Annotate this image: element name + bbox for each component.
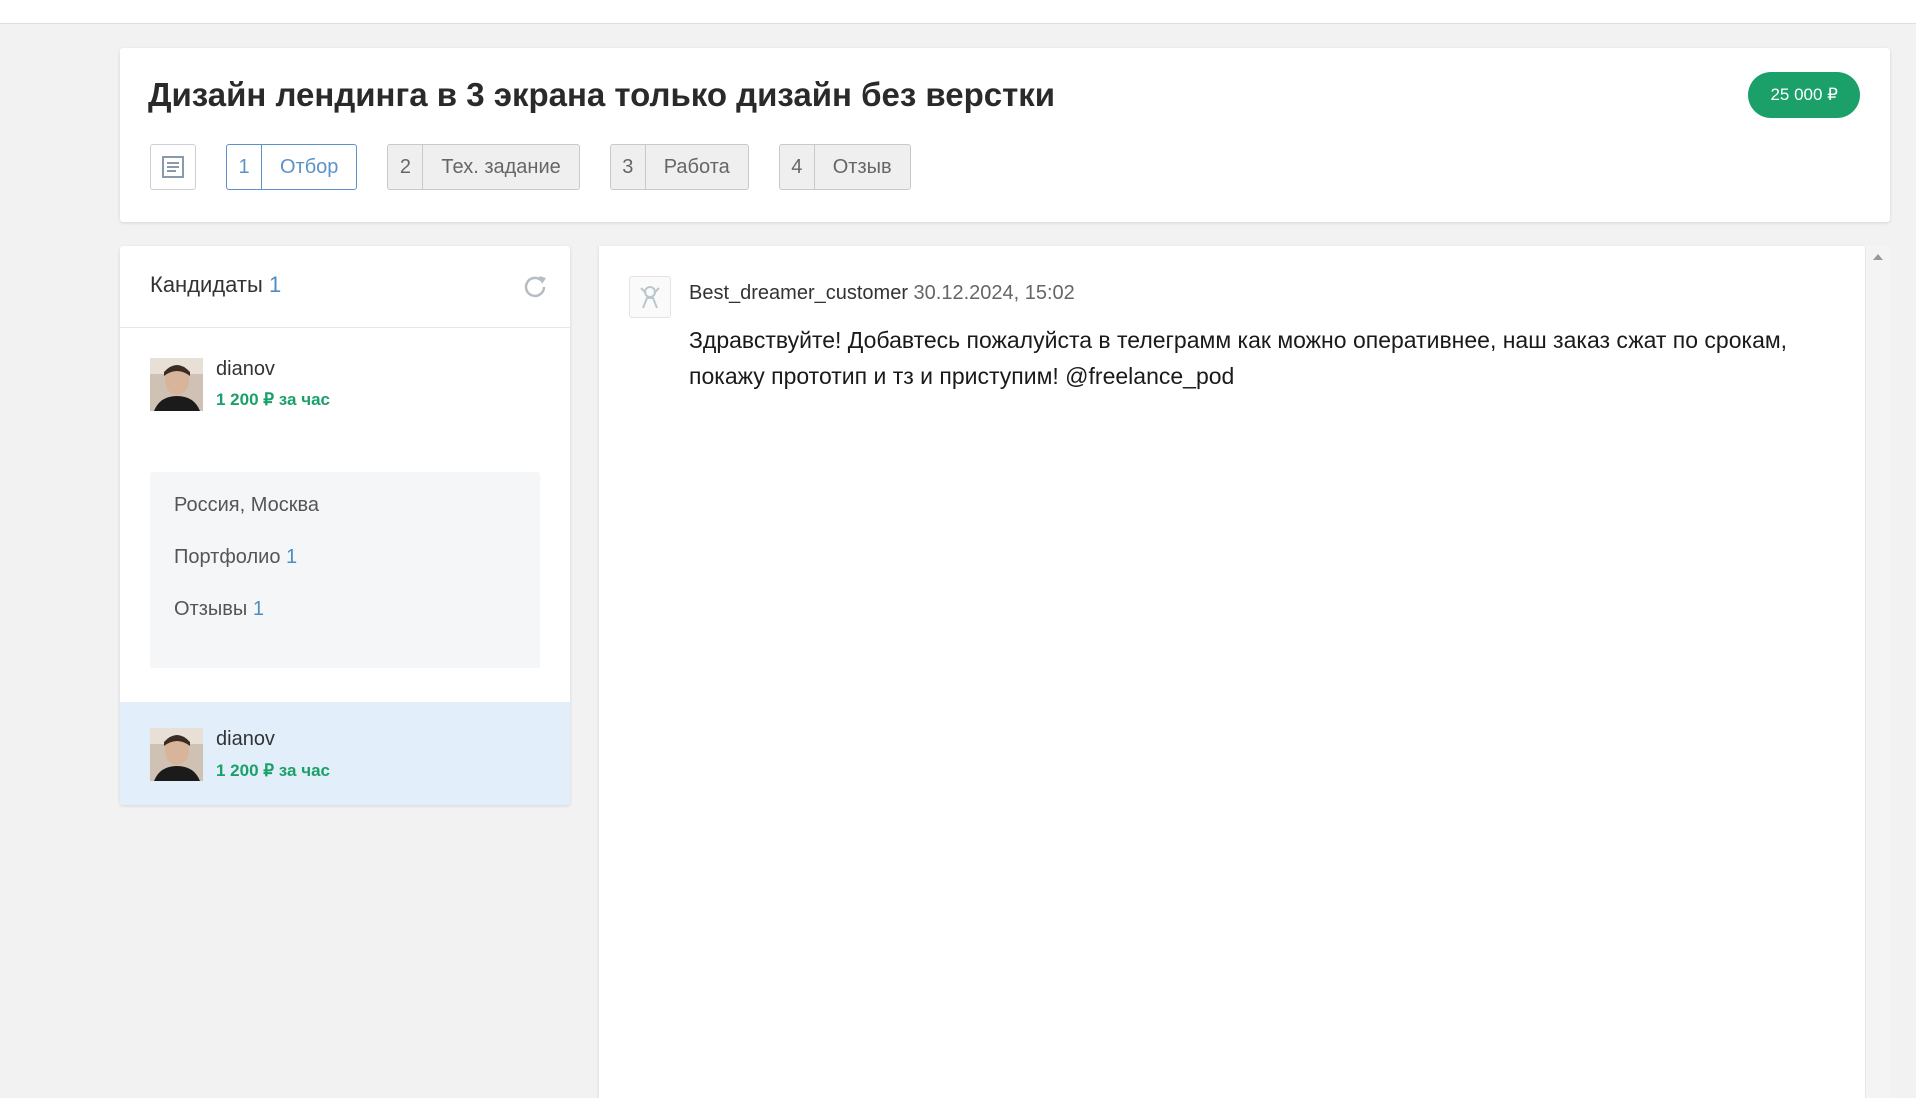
top-bar	[0, 0, 1916, 24]
order-title: Дизайн лендинга в 3 экрана только дизайн…	[148, 76, 1056, 113]
step-label: Тех. задание	[441, 155, 561, 178]
avatar	[150, 728, 203, 781]
chat-panel: Best_dreamer_customer 30.12.2024, 15:02 …	[599, 246, 1865, 1098]
candidate-portfolio-link[interactable]: Портфолио 1	[174, 546, 297, 569]
document-icon	[162, 156, 184, 178]
candidate-details: Россия, Москва Портфолио 1 Отзывы 1	[150, 472, 540, 668]
step-tech-spec[interactable]: 2 Тех. задание	[387, 144, 580, 190]
candidates-header: Кандидаты 1	[120, 246, 570, 328]
step-label: Отзыв	[832, 155, 892, 178]
step-label: Отбор	[280, 155, 339, 178]
candidate-reviews-link[interactable]: Отзывы 1	[174, 598, 264, 621]
reviews-label: Отзывы	[174, 598, 248, 620]
step-number: 2	[388, 145, 424, 189]
candidate-item[interactable]: dianov 1 200 ₽ за час	[120, 328, 570, 438]
reviews-count: 1	[252, 598, 264, 620]
candidates-count: 1	[268, 272, 282, 297]
step-number: 3	[611, 145, 646, 189]
chat-scrollbar[interactable]	[1866, 246, 1890, 1098]
candidates-title: Кандидаты 1	[150, 272, 281, 298]
order-steps: 1 Отбор 2 Тех. задание 3 Работа 4 Отзыв	[150, 144, 941, 190]
portfolio-label: Портфолио	[174, 546, 281, 568]
candidate-name[interactable]: dianov	[216, 728, 275, 751]
step-label: Работа	[663, 155, 730, 178]
price-badge: 25 000 ₽	[1748, 72, 1860, 118]
message-author-avatar	[629, 276, 671, 318]
candidate-name[interactable]: dianov	[216, 358, 275, 381]
candidate-rate: 1 200 ₽ за час	[216, 761, 330, 780]
portfolio-count: 1	[286, 546, 298, 568]
candidates-title-label: Кандидаты	[150, 272, 263, 297]
order-details-button[interactable]	[150, 144, 196, 190]
message-meta: Best_dreamer_customer 30.12.2024, 15:02	[689, 282, 1075, 305]
order-header: Дизайн лендинга в 3 экрана только дизайн…	[120, 48, 1890, 222]
message-text: Здравствуйте! Добавтесь пожалуйста в тел…	[689, 327, 1788, 389]
candidate-location: Россия, Москва	[174, 494, 319, 516]
step-review[interactable]: 4 Отзыв	[778, 144, 911, 190]
step-number: 4	[780, 145, 815, 189]
message-timestamp: 30.12.2024, 15:02	[913, 282, 1075, 304]
step-number: 1	[227, 145, 262, 189]
step-selection[interactable]: 1 Отбор	[226, 144, 358, 190]
user-placeholder-icon	[640, 286, 660, 309]
refresh-icon[interactable]	[520, 272, 550, 302]
candidate-rate: 1 200 ₽ за час	[216, 390, 330, 409]
step-work[interactable]: 3 Работа	[609, 144, 749, 190]
candidate-item-selected[interactable]: dianov 1 200 ₽ за час	[120, 702, 570, 805]
scroll-up-arrow-icon[interactable]	[1873, 254, 1883, 260]
message-author[interactable]: Best_dreamer_customer	[689, 282, 908, 304]
avatar	[150, 358, 203, 411]
candidates-panel: Кандидаты 1 dianov 1 200 ₽ за час Россия…	[120, 246, 570, 805]
